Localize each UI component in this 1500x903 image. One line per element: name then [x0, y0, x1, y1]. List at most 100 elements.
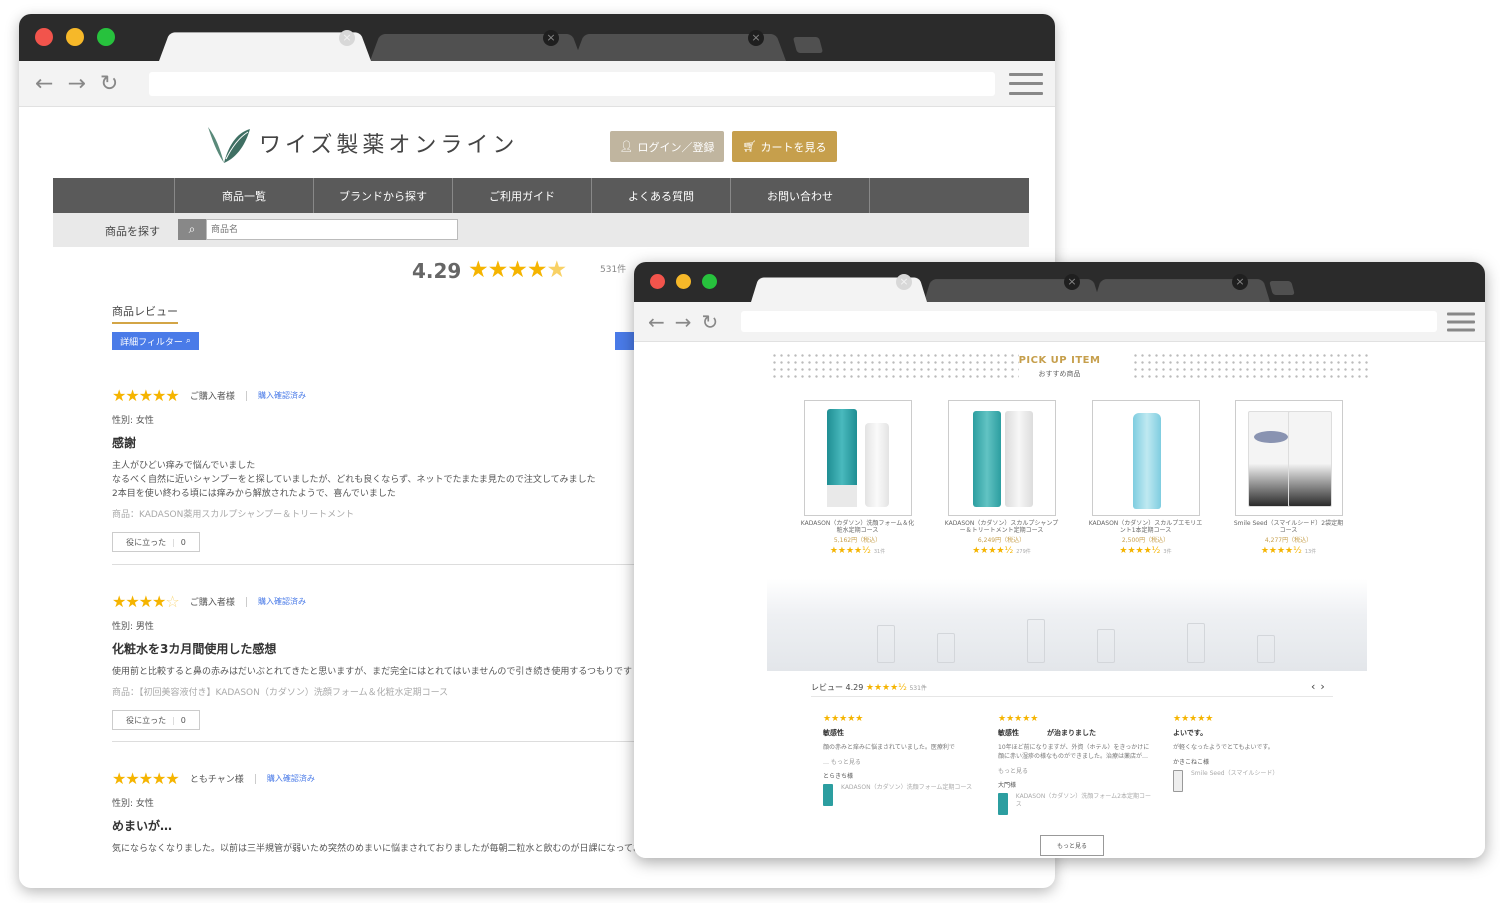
reviewer-gender: 性別: 女性 — [112, 799, 154, 809]
cart-button[interactable]: 🛒︎ カートを見る — [732, 131, 837, 162]
nav-item-guide[interactable]: ご利用ガイド — [453, 178, 592, 213]
product-thumbnail — [998, 793, 1008, 815]
back-arrow-icon[interactable]: ← — [648, 310, 665, 334]
rating-count: 279件 — [1016, 549, 1031, 555]
product-image[interactable] — [803, 400, 912, 516]
close-tab-icon[interactable]: × — [1232, 274, 1248, 290]
product-rating: ★★★★½ 279件 — [944, 546, 1059, 556]
product-card[interactable]: KADASON（カダソン）スカルプシャンプー＆トリートメント定期コース 6,24… — [944, 400, 1059, 556]
detail-filter-button[interactable]: 詳細フィルター ⌕ — [112, 332, 199, 350]
helpful-button[interactable]: 役に立った | 0 — [112, 710, 200, 730]
brand-banner-image[interactable] — [767, 579, 1367, 671]
helpful-count: 0 — [180, 715, 186, 725]
minimize-window-button[interactable] — [66, 28, 84, 46]
reviewed-product[interactable]: KADASON（カダソン）洗顔フォーム2本定期コース — [998, 793, 1153, 815]
review-body: 10年ほど前になりますが、外資（ホテル）をきっかけに顔に赤い湿疹の様なものができ… — [998, 744, 1150, 760]
hamburger-menu-icon[interactable] — [1009, 72, 1043, 95]
read-more-link[interactable]: もっと見る — [998, 766, 1153, 775]
more-reviews-button[interactable]: もっと見る — [1040, 835, 1104, 856]
maximize-window-button[interactable] — [97, 28, 115, 46]
review-title: めまいが… — [112, 819, 173, 833]
rating-count: 31件 — [873, 549, 886, 555]
product-name[interactable]: Smile Seed（スマイルシード）2袋定期コース — [1231, 520, 1346, 534]
nav-item-products[interactable]: 商品一覧 — [175, 178, 314, 213]
product-search-bar: 商品を探す ⌕ — [53, 213, 1029, 247]
forward-arrow-icon[interactable]: → — [675, 310, 692, 334]
chevron-right-icon[interactable]: › — [1320, 680, 1329, 693]
verified-purchase-badge: 購入確認済み — [258, 391, 307, 400]
rating-stars: ★★★★★ — [998, 714, 1039, 724]
nav-item-brands[interactable]: ブランドから探す — [314, 178, 453, 213]
close-tab-icon[interactable]: × — [1064, 274, 1080, 290]
reload-icon[interactable]: ↻ — [702, 310, 719, 334]
reviewed-product[interactable]: 商品：【初回美容液付き】KADASON（カダソン）洗顔フォーム＆化粧水定期コース — [112, 685, 642, 698]
rating-stars: ★★★★½ — [972, 546, 1014, 556]
hamburger-menu-icon[interactable] — [1447, 312, 1475, 331]
product-card[interactable]: Smile Seed（スマイルシード）2袋定期コース 4,277円（税込） ★★… — [1231, 400, 1346, 556]
reviewed-product[interactable]: 商品：KADASON薬用スカルプシャンプー＆トリートメント — [112, 507, 642, 520]
review-item: ★★★★☆ ご購入者様 購入確認済み 性別: 男性 化粧水を3カ月間使用した感想… — [112, 591, 642, 730]
helpful-label: 役に立った — [126, 537, 167, 547]
back-arrow-icon[interactable]: ← — [35, 71, 53, 96]
filter-button-label: 詳細フィルター — [120, 337, 183, 348]
reviewed-product-name: Smile Seed（スマイルシード） — [1191, 770, 1279, 777]
close-tab-icon[interactable]: × — [339, 29, 355, 46]
reviewed-product[interactable]: Smile Seed（スマイルシード） — [1173, 770, 1328, 792]
reload-icon[interactable]: ↻ — [100, 71, 118, 96]
reviewed-product[interactable]: KADASON（カダソン）洗顔フォーム定期コース — [823, 784, 978, 806]
site-name[interactable]: ワイズ製薬オンライン — [259, 127, 518, 159]
product-name[interactable]: KADASON（カダソン）スカルプエモリエント1本定期コース — [1088, 520, 1203, 534]
forward-arrow-icon[interactable]: → — [67, 71, 85, 96]
login-button[interactable]: 👤︎ ログイン／登録 — [610, 131, 724, 162]
read-more-link[interactable]: … もっと見る — [823, 757, 978, 766]
product-card[interactable]: KADASON（カダソン）スカルプエモリエント1本定期コース 2,500円（税込… — [1088, 400, 1203, 556]
review-item: ★★★★★ ともチャン様 購入確認済み 性別: 女性 めまいが… 気にならなくな… — [112, 768, 669, 856]
review-body-line: 気にならなくなりました。以前は三半規管が弱いため突然のめまいに悩まされておりまし… — [112, 844, 669, 854]
chevron-left-icon[interactable]: ‹ — [1311, 680, 1320, 693]
close-window-button[interactable] — [35, 28, 53, 46]
review-title: 敏感性 が治まりました — [998, 729, 1096, 737]
search-icon[interactable]: ⌕ — [178, 219, 206, 240]
review-summary: レビュー 4.29 ★★★★½ 531件 — [811, 682, 927, 693]
product-image[interactable] — [947, 400, 1056, 516]
product-name[interactable]: KADASON（カダソン）洗顔フォーム＆化粧水定期コース — [800, 520, 915, 534]
tab-product-reviews[interactable]: 商品レビュー — [112, 303, 178, 324]
product-image[interactable] — [1091, 400, 1200, 516]
new-tab-button[interactable] — [792, 37, 824, 53]
review-body: 主人がひどい痒みで悩んでいました なるべく自然に近いシャンプーをと探していました… — [112, 459, 642, 501]
review-body-line: なるべく自然に近いシャンプーをと探していましたが、どれも良くならず、ネットでたま… — [112, 475, 596, 485]
review-body-line: 主人がひどい痒みで悩んでいました — [112, 461, 256, 471]
product-rating: ★★★★½ 31件 — [800, 546, 915, 556]
product-image[interactable] — [1234, 400, 1343, 516]
product-rating: ★★★★½ 13件 — [1231, 546, 1346, 556]
helpful-count: 0 — [180, 537, 186, 547]
review-body-line: 使用前と比較すると鼻の赤みはだいぶとれてきたと思いますが、まだ完全にはとれてはい… — [112, 667, 633, 677]
nav-item-contact[interactable]: お問い合わせ — [731, 178, 870, 213]
divider — [112, 564, 642, 565]
address-bar[interactable] — [149, 72, 995, 96]
new-tab-button[interactable] — [1269, 281, 1295, 295]
helpful-button[interactable]: 役に立った | 0 — [112, 532, 200, 552]
search-label: 商品を探す — [105, 225, 160, 238]
nav-item-faq[interactable]: よくある質問 — [592, 178, 731, 213]
review-body: 気にならなくなりました。以前は三半規管が弱いため突然のめまいに悩まされておりまし… — [112, 842, 669, 856]
address-bar[interactable] — [741, 311, 1437, 332]
minimize-window-button[interactable] — [676, 274, 691, 289]
review-summary-label: レビュー — [811, 683, 843, 692]
maximize-window-button[interactable] — [702, 274, 717, 289]
product-thumbnail — [1173, 770, 1183, 792]
main-navigation: 商品一覧 ブランドから探す ご利用ガイド よくある質問 お問い合わせ — [53, 178, 1029, 213]
browser-toolbar: ← → ↻ — [634, 302, 1485, 342]
product-card[interactable]: KADASON（カダソン）洗顔フォーム＆化粧水定期コース 5,162円（税込） … — [800, 400, 915, 556]
review-title: 感謝 — [112, 436, 137, 450]
close-window-button[interactable] — [650, 274, 665, 289]
product-thumbnail — [823, 784, 833, 806]
product-rating: ★★★★½ 3件 — [1088, 546, 1203, 556]
search-input[interactable] — [206, 219, 458, 240]
close-tab-icon[interactable]: × — [543, 29, 559, 46]
close-tab-icon[interactable]: × — [896, 274, 912, 290]
review-body: 顔の赤みと痒みに悩まされていました。医療利で — [823, 744, 955, 751]
close-tab-icon[interactable]: × — [748, 29, 764, 46]
rating-stars: ★★★★★ — [1173, 714, 1214, 724]
product-name[interactable]: KADASON（カダソン）スカルプシャンプー＆トリートメント定期コース — [944, 520, 1059, 534]
